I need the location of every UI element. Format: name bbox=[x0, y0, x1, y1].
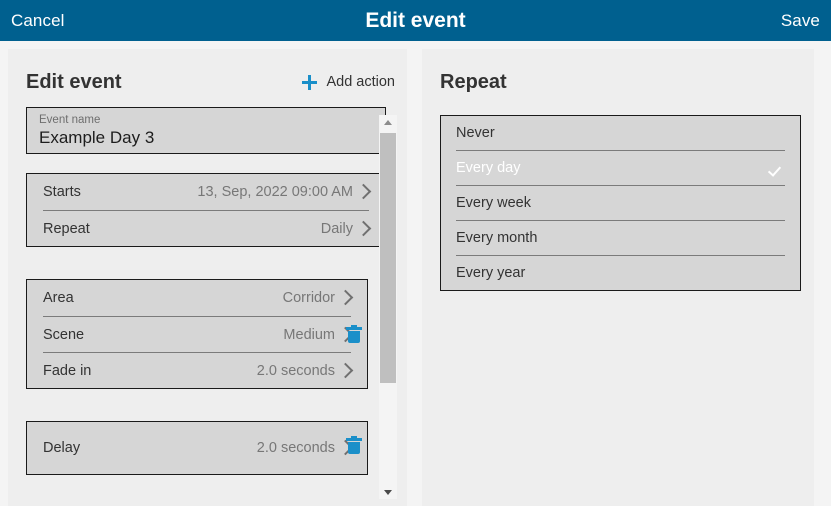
repeat-header: Repeat bbox=[422, 49, 814, 107]
repeat-row[interactable]: Repeat Daily bbox=[43, 210, 372, 246]
fade-in-value-wrap: 2.0 seconds bbox=[256, 362, 354, 379]
scene-row[interactable]: Scene Medium bbox=[43, 316, 354, 352]
edit-event-header: Edit event Add action bbox=[8, 49, 407, 107]
fade-in-label: Fade in bbox=[43, 362, 92, 379]
actions-scroll-region: Event name Example Day 3 Starts 13, Sep,… bbox=[8, 107, 407, 499]
repeat-option-never[interactable]: Never bbox=[456, 116, 785, 150]
delay-value: 2.0 seconds bbox=[256, 440, 335, 456]
add-action-label: Add action bbox=[326, 74, 395, 90]
add-action-button[interactable]: Add action bbox=[302, 73, 395, 91]
repeat-option-label: Every month bbox=[456, 230, 538, 246]
chevron-up-icon bbox=[384, 120, 392, 125]
content-area: Edit event Add action Event name Example… bbox=[0, 41, 831, 506]
delete-delay-action-button[interactable] bbox=[346, 436, 364, 458]
scrollbar-thumb[interactable] bbox=[380, 133, 396, 383]
delay-row[interactable]: Delay 2.0 seconds bbox=[43, 422, 354, 474]
scene-label: Scene bbox=[43, 326, 85, 343]
chevron-right-icon bbox=[355, 183, 372, 200]
repeat-panel: Repeat Never Every day Every week Every … bbox=[422, 49, 814, 506]
fade-in-value: 2.0 seconds bbox=[256, 362, 335, 379]
area-value-wrap: Corridor bbox=[282, 289, 354, 306]
scene-value-wrap: Medium bbox=[283, 326, 354, 343]
fade-in-row[interactable]: Fade in 2.0 seconds bbox=[43, 352, 354, 388]
scene-action-card: Area Corridor Scene Medium Fade in 2.0 s… bbox=[26, 279, 368, 389]
scroll-up-button[interactable] bbox=[379, 115, 397, 129]
delay-value-wrap: 2.0 seconds bbox=[256, 439, 354, 456]
event-name-label: Event name bbox=[39, 114, 101, 126]
repeat-option-every-week[interactable]: Every week bbox=[456, 185, 785, 220]
event-name-input[interactable]: Event name Example Day 3 bbox=[26, 107, 386, 154]
repeat-option-label: Every year bbox=[456, 265, 526, 281]
scene-value: Medium bbox=[283, 326, 335, 343]
save-button[interactable]: Save bbox=[781, 11, 820, 31]
page-title: Edit event bbox=[365, 8, 466, 32]
chevron-right-icon bbox=[337, 289, 354, 306]
delay-action-card: Delay 2.0 seconds bbox=[26, 421, 368, 475]
scroll-down-button[interactable] bbox=[379, 485, 397, 499]
starts-value: 13, Sep, 2022 09:00 AM bbox=[197, 184, 353, 200]
repeat-label: Repeat bbox=[43, 220, 90, 237]
starts-row[interactable]: Starts 13, Sep, 2022 09:00 AM bbox=[43, 174, 372, 210]
chevron-right-icon bbox=[337, 362, 354, 378]
delete-scene-action-button[interactable] bbox=[346, 325, 364, 347]
starts-label: Starts bbox=[43, 184, 81, 200]
area-value: Corridor bbox=[282, 290, 335, 306]
action-card-scene: Area Corridor Scene Medium Fade in 2.0 s… bbox=[8, 279, 376, 389]
repeat-option-label: Every week bbox=[456, 195, 531, 211]
repeat-option-label: Every day bbox=[456, 160, 521, 176]
repeat-option-every-month[interactable]: Every month bbox=[456, 220, 785, 255]
top-app-bar: Cancel Edit event Save bbox=[0, 0, 831, 41]
chevron-right-icon bbox=[355, 220, 372, 236]
actions-scrollbar[interactable] bbox=[379, 115, 397, 499]
repeat-title: Repeat bbox=[440, 71, 507, 93]
chevron-down-icon bbox=[384, 490, 392, 495]
event-name-value: Example Day 3 bbox=[39, 128, 155, 147]
action-card-delay: Delay 2.0 seconds bbox=[8, 421, 376, 475]
area-label: Area bbox=[43, 290, 74, 306]
actions-list: Event name Example Day 3 Starts 13, Sep,… bbox=[8, 107, 386, 475]
repeat-value: Daily bbox=[320, 220, 353, 237]
cancel-button[interactable]: Cancel bbox=[11, 11, 65, 31]
edit-event-title: Edit event bbox=[26, 71, 122, 93]
area-row[interactable]: Area Corridor bbox=[43, 280, 354, 316]
check-icon bbox=[770, 161, 785, 176]
plus-icon bbox=[302, 74, 318, 90]
edit-event-panel: Edit event Add action Event name Example… bbox=[8, 49, 407, 506]
schedule-card: Starts 13, Sep, 2022 09:00 AM Repeat Dai… bbox=[26, 173, 386, 247]
repeat-option-every-day[interactable]: Every day bbox=[456, 150, 785, 185]
repeat-option-every-year[interactable]: Every year bbox=[456, 255, 785, 290]
delay-label: Delay bbox=[43, 440, 81, 456]
repeat-options-list: Never Every day Every week Every month E… bbox=[440, 115, 801, 291]
repeat-value-wrap: Daily bbox=[320, 220, 372, 237]
repeat-option-label: Never bbox=[456, 125, 495, 141]
starts-value-wrap: 13, Sep, 2022 09:00 AM bbox=[197, 183, 372, 200]
